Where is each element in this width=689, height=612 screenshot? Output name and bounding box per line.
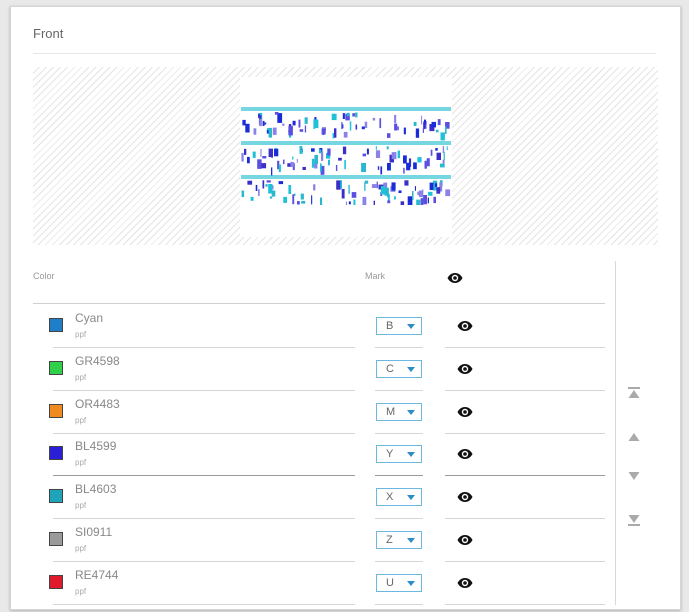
- chevron-down-icon: [407, 580, 415, 586]
- eye-icon[interactable]: [457, 362, 473, 380]
- color-name: RE4744: [75, 567, 119, 582]
- mark-value: X: [386, 491, 394, 504]
- color-swatch: [49, 360, 63, 375]
- mark-value: U: [386, 576, 394, 589]
- eye-icon[interactable]: [457, 576, 473, 594]
- color-swatch: [49, 532, 63, 546]
- color-swatch: [49, 489, 63, 504]
- color-swatch: [49, 403, 63, 418]
- move-down-icon[interactable]: [627, 469, 641, 481]
- eye-icon[interactable]: [457, 490, 473, 508]
- color-row: RE4744 ppf U: [33, 562, 605, 605]
- move-up-icon[interactable]: [627, 430, 641, 442]
- mark-value: Y: [386, 448, 394, 461]
- color-row: OR4483 ppf M: [33, 391, 605, 434]
- color-file-type: ppf: [75, 415, 87, 425]
- mark-value: M: [386, 405, 396, 418]
- mark-select[interactable]: U: [376, 573, 422, 592]
- color-name: SI0911: [75, 525, 113, 539]
- eye-icon[interactable]: [457, 319, 473, 337]
- mark-select[interactable]: Z: [376, 531, 422, 549]
- chevron-down-icon: [407, 366, 415, 372]
- color-swatch: [49, 574, 63, 589]
- eye-icon[interactable]: [457, 533, 473, 551]
- color-name: OR4483: [75, 396, 120, 411]
- panel-title: Front: [33, 26, 64, 41]
- eye-icon[interactable]: [457, 405, 473, 423]
- chevron-down-icon: [407, 538, 415, 543]
- title-divider: [33, 53, 656, 54]
- separation-panel: Front Color Mark Cyan ppf B GR4598 ppf C OR448…: [10, 6, 681, 610]
- mark-select[interactable]: Y: [376, 445, 422, 464]
- color-file-type: ppf: [75, 501, 87, 511]
- color-name: GR4598: [75, 353, 120, 368]
- color-name: BL4599: [75, 439, 117, 454]
- color-file-type: ppf: [75, 458, 87, 468]
- color-file-type: ppf: [75, 372, 87, 382]
- row-divider: [445, 603, 605, 605]
- color-row: GR4598 ppf C: [33, 348, 605, 391]
- preview-area: [33, 67, 658, 245]
- row-divider: [53, 603, 355, 605]
- chevron-down-icon: [407, 409, 415, 415]
- move-to-bottom-icon[interactable]: [627, 513, 641, 526]
- vertical-divider: [615, 261, 616, 605]
- eye-icon[interactable]: [447, 271, 463, 289]
- mark-value: Z: [386, 534, 393, 546]
- color-file-type: ppf: [75, 586, 87, 596]
- mark-select[interactable]: X: [376, 488, 422, 507]
- chevron-down-icon: [407, 495, 415, 501]
- color-swatch: [49, 318, 63, 332]
- move-to-top-icon[interactable]: [627, 386, 641, 398]
- eye-icon[interactable]: [457, 447, 473, 465]
- preview-thumbnail: [240, 77, 452, 237]
- chevron-down-icon: [407, 452, 415, 458]
- color-file-type: ppf: [75, 544, 87, 553]
- mark-value: B: [386, 320, 394, 332]
- color-name: BL4603: [75, 482, 117, 497]
- mark-select[interactable]: B: [376, 317, 422, 335]
- mark-select[interactable]: M: [376, 402, 422, 421]
- color-row: Cyan ppf B: [33, 305, 605, 348]
- color-name: Cyan: [75, 311, 104, 325]
- mark-column-header: Mark: [365, 271, 385, 281]
- chevron-down-icon: [407, 324, 415, 329]
- color-column-header: Color: [33, 271, 55, 281]
- color-file-type: ppf: [75, 330, 87, 339]
- color-row: SI0911 ppf Z: [33, 519, 605, 562]
- color-swatch: [49, 446, 63, 461]
- mark-select[interactable]: C: [376, 359, 422, 378]
- row-divider: [375, 603, 423, 605]
- preview-thumbnail-image: [241, 107, 451, 205]
- color-row: BL4603 ppf X: [33, 476, 605, 520]
- mark-value: C: [386, 362, 394, 375]
- color-row: BL4599 ppf Y: [33, 433, 605, 477]
- header-divider: [33, 303, 605, 304]
